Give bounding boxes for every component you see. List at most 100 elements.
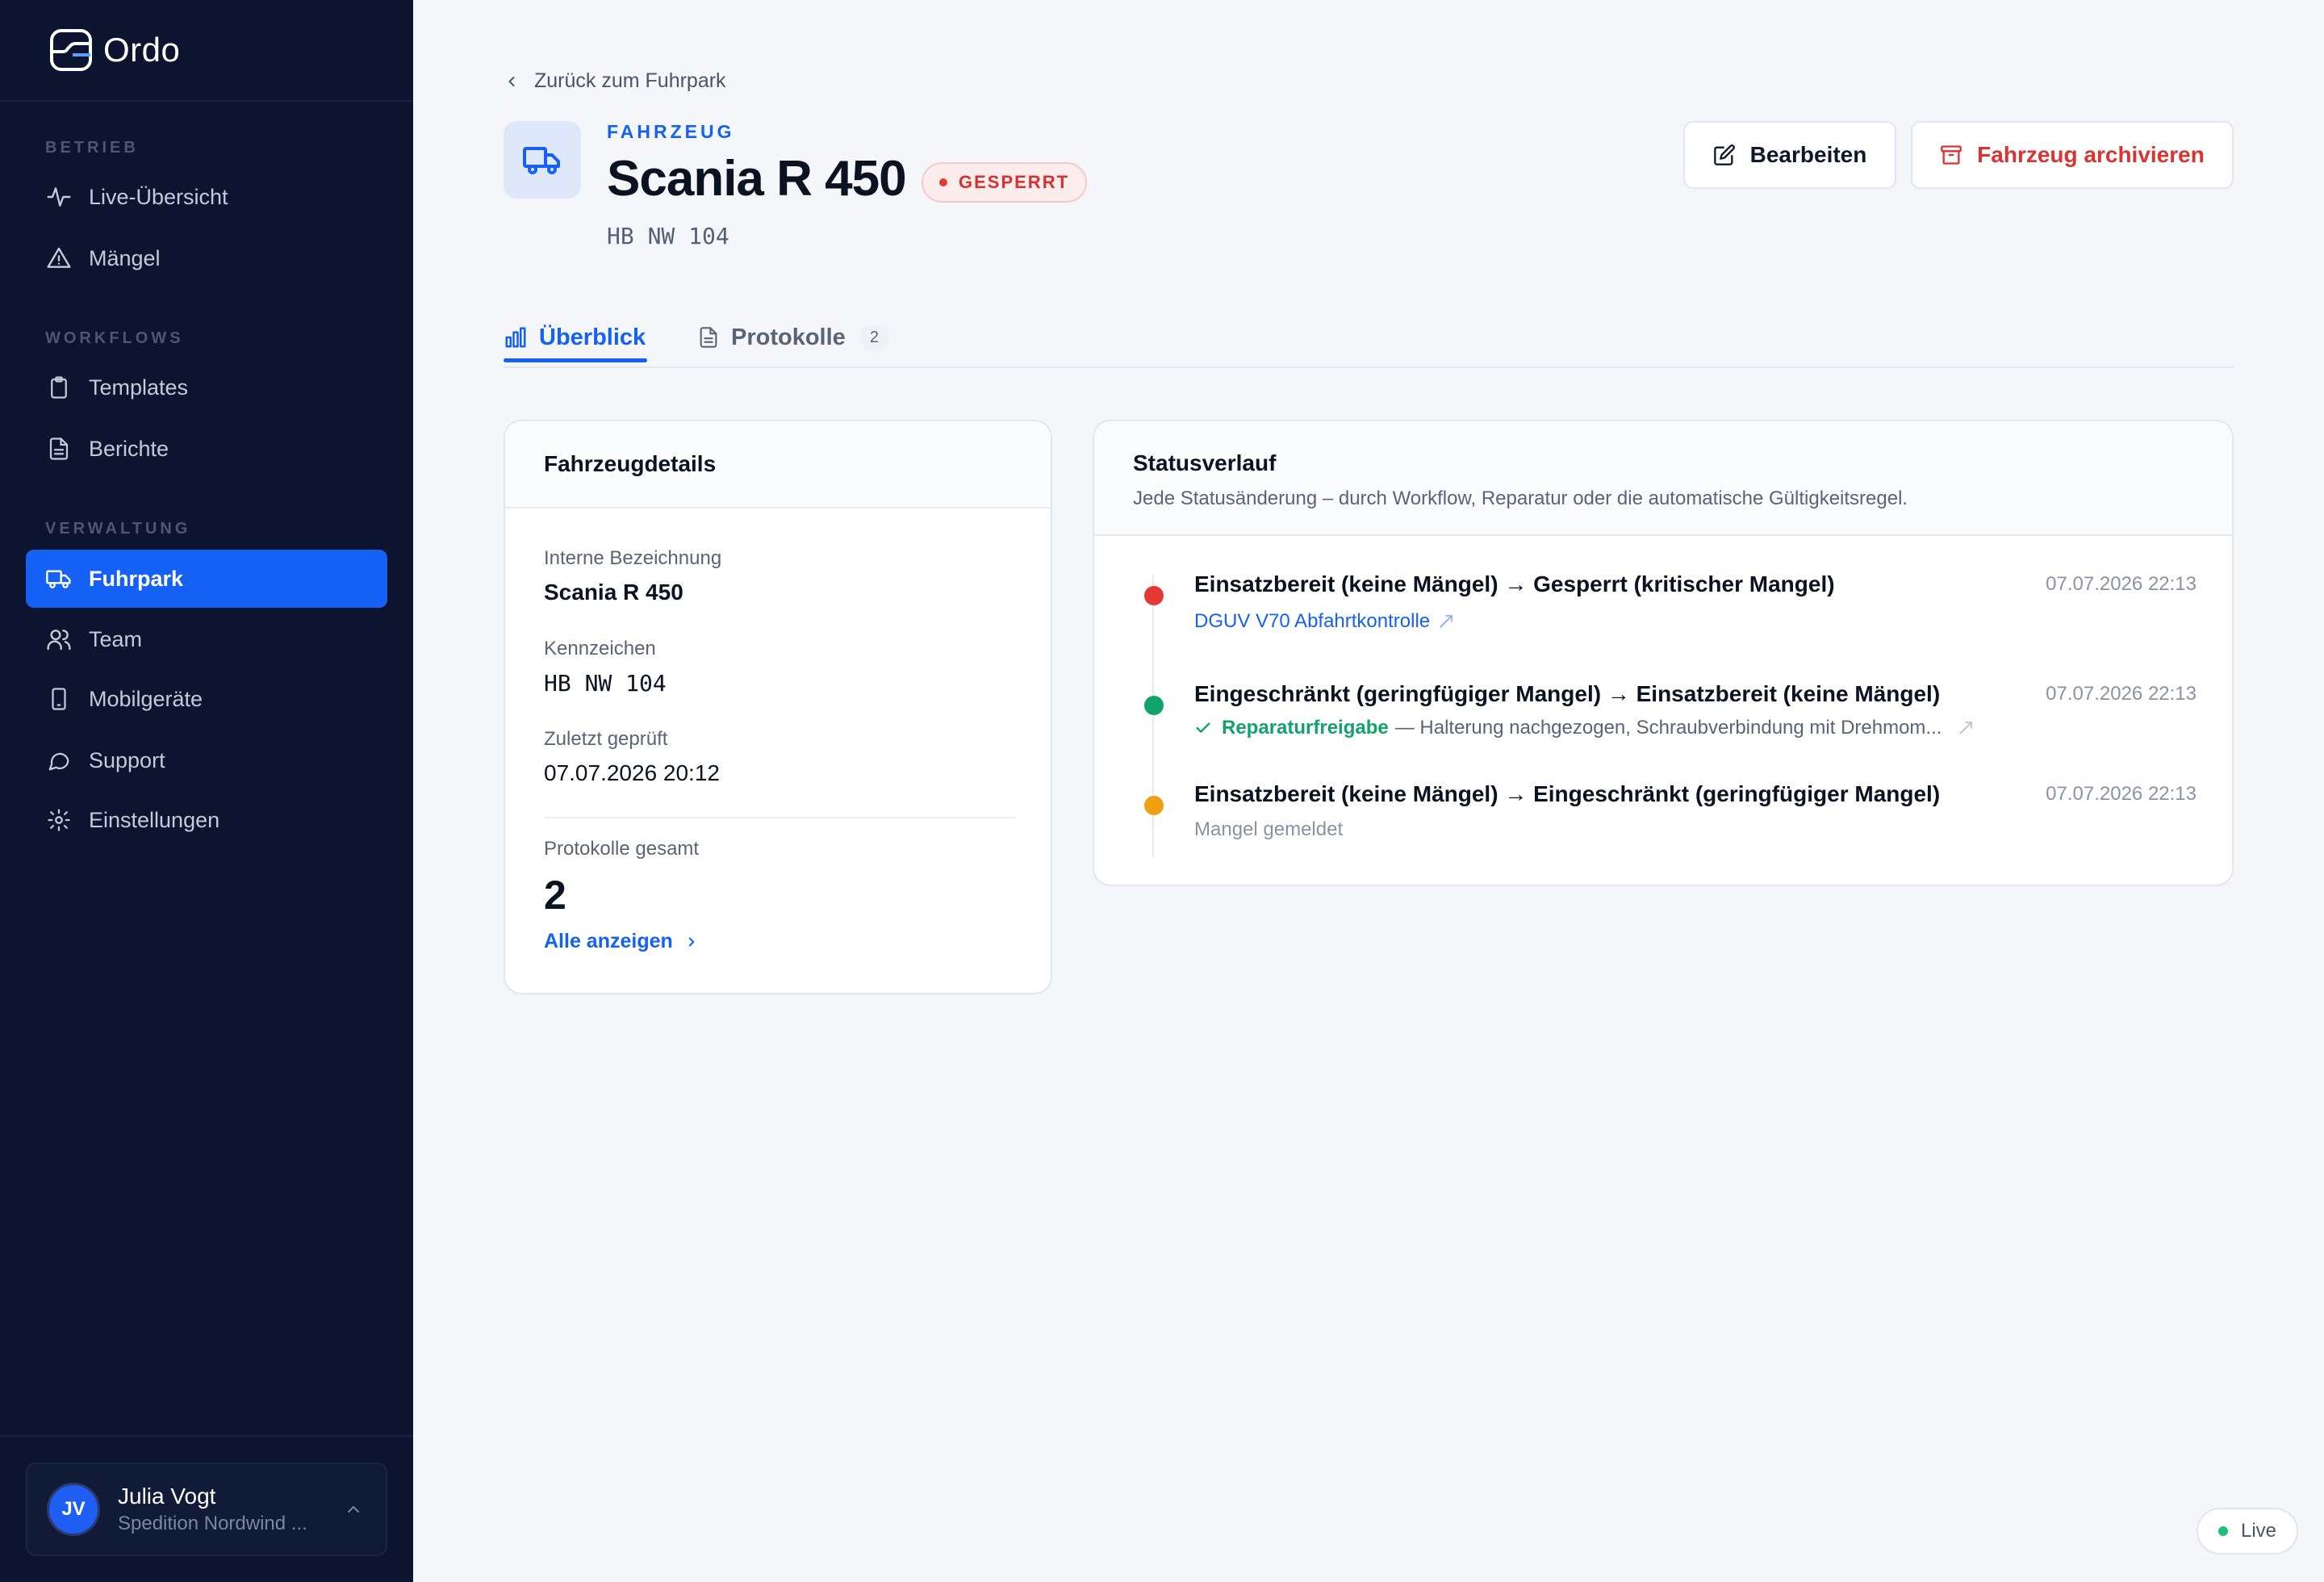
- users-icon: [45, 626, 73, 653]
- user-org: Spedition Nordwind ...: [118, 1513, 307, 1534]
- live-indicator[interactable]: Live: [2197, 1508, 2298, 1555]
- section-label-verwaltung: VERWALTUNG: [45, 520, 191, 538]
- bar-chart-icon: [505, 327, 526, 348]
- external-link-icon: [1440, 615, 1452, 628]
- section-label-workflows: WORKFLOWS: [45, 329, 184, 347]
- field-internal-name: Interne Bezeichnung Scania R 450: [544, 547, 721, 605]
- vehicle-details-card: Fahrzeugdetails Interne Bezeichnung Scan…: [504, 420, 1052, 994]
- field-label: Protokolle gesamt: [544, 838, 700, 860]
- sidebar-item-label: Support: [89, 747, 165, 772]
- timeline-title: Einsatzbereit (keine Mängel) → Eingeschr…: [1194, 781, 1941, 806]
- tab-bar: Überblick Protokolle 2: [504, 291, 2234, 368]
- live-label: Live: [2240, 1520, 2277, 1542]
- field-last-checked: Zuletzt geprüft 07.07.2026 20:12: [544, 728, 720, 786]
- field-protocols-total: Protokolle gesamt 2 Alle anzeigen: [544, 838, 699, 953]
- timeline-title: Eingeschränkt (geringfügiger Mangel) → E…: [1194, 681, 1941, 706]
- vehicle-avatar: [504, 121, 581, 199]
- sidebar-item-maengel[interactable]: Mängel: [26, 229, 387, 287]
- timeline-note: Mangel gemeldet: [1194, 818, 1344, 840]
- workflow-link-label: DGUV V70 Abfahrtkontrolle: [1194, 610, 1431, 632]
- external-link-icon[interactable]: [1956, 718, 1975, 738]
- status-history-card: Statusverlauf Jede Statusänderung – durc…: [1093, 420, 2234, 886]
- chevron-right-icon: [688, 937, 694, 946]
- active-tab-indicator: [504, 358, 647, 362]
- sidebar-item-einstellungen[interactable]: Einstellungen: [26, 791, 387, 849]
- repair-release: Reparaturfreigabe — Halterung nachgezoge…: [1194, 717, 1975, 739]
- clipboard-icon: [45, 374, 73, 401]
- file-icon: [45, 435, 73, 462]
- tab-protokolle[interactable]: Protokolle 2: [697, 308, 888, 366]
- back-link[interactable]: Zurück zum Fuhrpark: [504, 69, 726, 93]
- show-all-link[interactable]: Alle anzeigen: [544, 930, 699, 953]
- chevron-up-icon: [348, 1506, 359, 1513]
- sidebar-divider: [0, 1435, 413, 1437]
- edit-button-label: Bearbeiten: [1749, 142, 1867, 167]
- card-title: Fahrzeugdetails: [544, 451, 717, 476]
- sidebar-item-label: Mängel: [89, 245, 161, 270]
- live-dot: [2217, 1526, 2228, 1536]
- status-dot: [939, 178, 947, 186]
- timeline-title: Einsatzbereit (keine Mängel) → Gesperrt …: [1194, 571, 1835, 596]
- activity-icon: [45, 183, 73, 211]
- license-plate: HB NW 104: [607, 223, 729, 249]
- gear-icon: [45, 806, 73, 834]
- sidebar-item-berichte[interactable]: Berichte: [26, 420, 387, 478]
- file-icon: [700, 327, 717, 348]
- sidebar-item-team[interactable]: Team: [26, 610, 387, 668]
- archive-button[interactable]: Fahrzeug archivieren: [1911, 121, 2234, 189]
- show-all-label: Alle anzeigen: [544, 930, 673, 952]
- sidebar: Ordo BETRIEB Live-Übersicht Mängel WORKF…: [0, 0, 413, 1582]
- field-value: HB NW 104: [544, 670, 667, 697]
- status-dot: [1144, 796, 1164, 815]
- field-plate: Kennzeichen HB NW 104: [544, 638, 667, 697]
- field-value: Scania R 450: [544, 580, 683, 605]
- warning-icon: [45, 245, 73, 272]
- field-label: Zuletzt geprüft: [544, 728, 668, 750]
- field-value: 07.07.2026 20:12: [544, 760, 720, 785]
- chevron-left-icon: [508, 76, 515, 86]
- edit-button[interactable]: Bearbeiten: [1683, 121, 1896, 189]
- avatar: JV: [47, 1483, 100, 1536]
- check-icon: [1196, 722, 1210, 733]
- archive-button-label: Fahrzeug archivieren: [1977, 142, 2205, 167]
- sidebar-item-live-uebersicht[interactable]: Live-Übersicht: [26, 168, 387, 226]
- tab-count-badge: 2: [859, 324, 888, 350]
- status-dot: [1144, 696, 1164, 715]
- sidebar-item-mobilgeraete[interactable]: Mobilgeräte: [26, 670, 387, 728]
- smartphone-icon: [45, 685, 73, 713]
- sidebar-item-label: Templates: [89, 375, 189, 400]
- protocols-count: 2: [544, 873, 566, 918]
- user-menu[interactable]: JV Julia Vogt Spedition Nordwind ...: [26, 1463, 387, 1556]
- timeline-time: 07.07.2026 22:13: [2046, 783, 2197, 805]
- sidebar-item-label: Live-Übersicht: [89, 184, 228, 209]
- status-badge: GESPERRT: [922, 162, 1088, 203]
- truck-icon: [45, 565, 73, 592]
- archive-icon: [1941, 145, 1962, 165]
- app-name: Ordo: [103, 31, 181, 69]
- user-name: Julia Vogt: [118, 1484, 216, 1509]
- sidebar-item-label: Team: [89, 626, 143, 651]
- back-link-label: Zurück zum Fuhrpark: [534, 69, 726, 92]
- ordo-logo-icon: [50, 29, 92, 71]
- card-title: Statusverlauf: [1133, 450, 1277, 475]
- section-label-betrieb: BETRIEB: [45, 139, 139, 157]
- main-content: Zurück zum Fuhrpark FAHRZEUG Scania R 45…: [413, 0, 2324, 1582]
- timeline-time: 07.07.2026 22:13: [2046, 573, 2197, 595]
- repair-release-label: Reparaturfreigabe: [1222, 717, 1389, 739]
- field-label: Kennzeichen: [544, 638, 656, 659]
- status-dot: [1144, 586, 1164, 605]
- sidebar-item-support[interactable]: Support: [26, 731, 387, 789]
- logo[interactable]: Ordo: [0, 0, 413, 102]
- timeline-time: 07.07.2026 22:13: [2046, 683, 2197, 705]
- page-title: Scania R 450: [607, 151, 907, 207]
- divider: [544, 817, 1015, 818]
- card-subtitle: Jede Statusänderung – durch Workflow, Re…: [1133, 488, 1908, 509]
- sidebar-item-fuhrpark[interactable]: Fuhrpark: [26, 550, 387, 608]
- sidebar-item-label: Berichte: [89, 436, 169, 461]
- workflow-link[interactable]: DGUV V70 Abfahrtkontrolle: [1194, 610, 1456, 633]
- sidebar-item-templates[interactable]: Templates: [26, 358, 387, 416]
- tab-label: Überblick: [539, 324, 646, 350]
- repair-release-note: — Halterung nachgezogen, Schraubverbindu…: [1394, 717, 1942, 739]
- status-badge-label: GESPERRT: [959, 172, 1070, 192]
- field-label: Interne Bezeichnung: [544, 547, 722, 569]
